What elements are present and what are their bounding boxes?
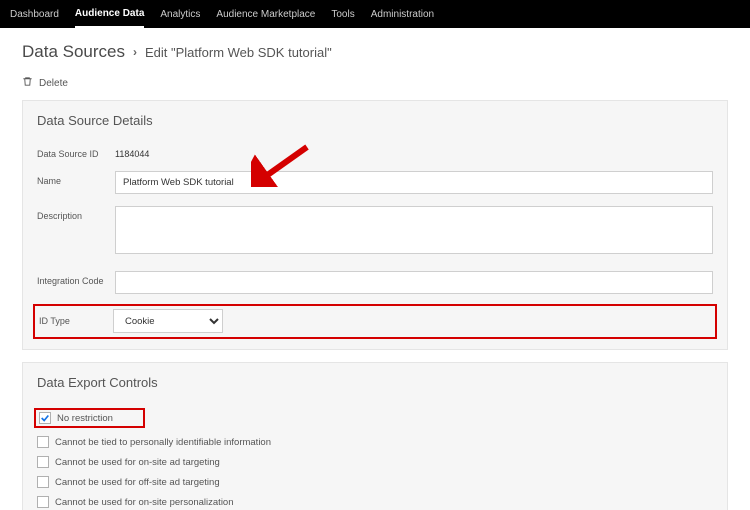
label-integration-code: Integration Code: [37, 271, 115, 286]
panel-title-details: Data Source Details: [37, 113, 713, 128]
dec-option-label: Cannot be used for on-site personalizati…: [55, 497, 234, 508]
data-export-controls-panel: Data Export Controls No restriction Cann…: [22, 362, 728, 510]
panel-title-dec: Data Export Controls: [37, 375, 713, 390]
data-source-details-panel: Data Source Details Data Source ID 11840…: [22, 100, 728, 350]
nav-analytics[interactable]: Analytics: [160, 2, 200, 27]
label-data-source-id: Data Source ID: [37, 144, 115, 159]
breadcrumb-root[interactable]: Data Sources: [22, 42, 125, 62]
label-id-type: ID Type: [39, 316, 113, 326]
checkbox-no-restriction[interactable]: [39, 412, 51, 424]
label-description: Description: [37, 206, 115, 221]
delete-label: Delete: [39, 78, 68, 89]
dec-option-label: Cannot be used for off-site ad targeting: [55, 477, 220, 488]
delete-button[interactable]: Delete: [22, 76, 728, 90]
nav-audience-marketplace[interactable]: Audience Marketplace: [216, 2, 315, 27]
checkbox-pii[interactable]: [37, 436, 49, 448]
top-nav: Dashboard Audience Data Analytics Audien…: [0, 0, 750, 28]
id-type-select[interactable]: Cookie: [113, 309, 223, 333]
name-input[interactable]: [115, 171, 713, 194]
value-data-source-id: 1184044: [115, 144, 149, 159]
chevron-right-icon: ›: [133, 45, 137, 59]
breadcrumb: Data Sources › Edit "Platform Web SDK tu…: [22, 42, 728, 62]
description-input[interactable]: [115, 206, 713, 254]
dec-option-label: No restriction: [57, 413, 113, 424]
trash-icon: [22, 76, 33, 90]
nav-audience-data[interactable]: Audience Data: [75, 1, 144, 28]
annotation-norestriction-highlight: No restriction: [34, 408, 145, 428]
page-title: Edit "Platform Web SDK tutorial": [145, 45, 332, 60]
checkbox-onsite-ad[interactable]: [37, 456, 49, 468]
checkbox-offsite-ad[interactable]: [37, 476, 49, 488]
nav-administration[interactable]: Administration: [371, 2, 434, 27]
dec-option-label: Cannot be tied to personally identifiabl…: [55, 437, 271, 448]
annotation-idtype-highlight: ID Type Cookie: [33, 304, 717, 339]
dec-option-label: Cannot be used for on-site ad targeting: [55, 457, 220, 468]
checkbox-onsite-personalization[interactable]: [37, 496, 49, 508]
label-name: Name: [37, 171, 115, 186]
nav-dashboard[interactable]: Dashboard: [10, 2, 59, 27]
integration-code-input[interactable]: [115, 271, 713, 294]
nav-tools[interactable]: Tools: [331, 2, 354, 27]
